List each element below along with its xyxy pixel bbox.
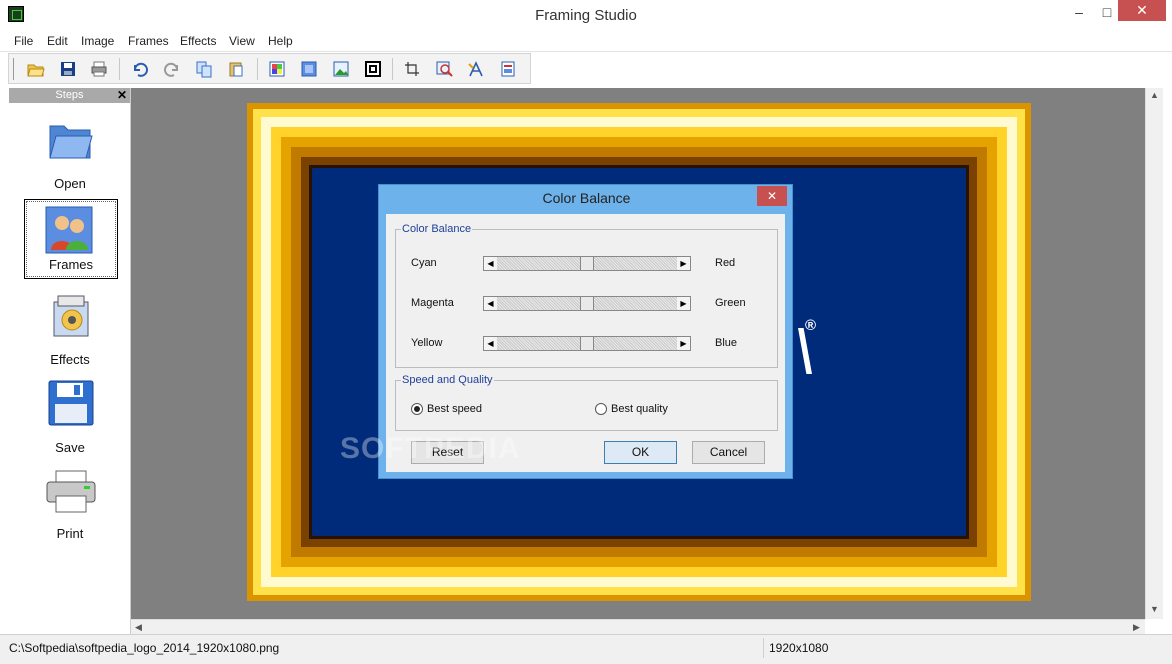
menu-file[interactable]: File — [14, 34, 33, 48]
slider-right-arrow-icon[interactable]: ▶ — [677, 337, 690, 350]
steps-close-button[interactable]: ✕ — [115, 88, 129, 103]
image-color-icon[interactable] — [268, 60, 286, 78]
close-button[interactable]: ✕ — [1118, 0, 1166, 21]
zoom-image-icon[interactable] — [435, 60, 453, 78]
menu-effects[interactable]: Effects — [180, 34, 216, 48]
dialog-close-button[interactable]: ✕ — [757, 186, 787, 206]
printer-icon — [46, 470, 96, 513]
steps-panel: Steps ✕ Open Frames Effects Save Print — [9, 88, 131, 634]
menu-help[interactable]: Help — [268, 34, 293, 48]
step-label: Print — [56, 526, 84, 541]
slider-right-arrow-icon[interactable]: ▶ — [677, 297, 690, 310]
slider-thumb[interactable] — [580, 297, 594, 310]
watermark: SOFTPEDIA — [340, 432, 521, 465]
status-bar: C:\Softpedia\softpedia_logo_2014_1920x10… — [0, 634, 1172, 664]
menu-bar: File Edit Image Frames Effects View Help — [0, 31, 1172, 52]
best-quality-radio[interactable] — [595, 403, 607, 415]
group-title: Speed and Quality — [401, 374, 494, 386]
slider-left-label: Cyan — [411, 257, 437, 269]
steps-header: Steps — [9, 88, 130, 103]
step-label: Open — [54, 176, 86, 191]
scroll-up-icon[interactable]: ▲ — [1147, 88, 1162, 103]
slider-right-label: Green — [715, 297, 746, 309]
frame-icon[interactable] — [364, 60, 382, 78]
step-label: Effects — [50, 352, 90, 367]
slider-right-label: Blue — [715, 337, 738, 349]
slider-thumb[interactable] — [580, 257, 594, 270]
status-divider — [763, 638, 764, 658]
floppy-icon — [48, 380, 94, 426]
group-title: Color Balance — [401, 223, 473, 235]
slider-left-arrow-icon[interactable]: ◀ — [484, 257, 497, 270]
step-frames[interactable]: Frames — [24, 199, 118, 279]
slider-left-arrow-icon[interactable]: ◀ — [484, 297, 497, 310]
step-print[interactable]: Print — [24, 464, 116, 542]
dialog-title: Color Balance — [542, 190, 631, 206]
color-balance-group: Color Balance Cyan ◀ ▶ Red Magenta ◀ ▶ G… — [395, 223, 778, 368]
window-title: Framing Studio — [535, 7, 637, 24]
horizontal-scrollbar[interactable]: ◀ ▶ — [131, 619, 1145, 635]
paste-icon[interactable] — [227, 60, 245, 78]
magenta-green-slider[interactable]: ◀ ▶ — [483, 296, 691, 311]
folder-icon — [49, 125, 93, 159]
scroll-down-icon[interactable]: ▼ — [1147, 602, 1162, 617]
step-effects[interactable]: Effects — [24, 290, 116, 368]
slider-right-label: Red — [715, 257, 736, 269]
copy-icon[interactable] — [195, 60, 213, 78]
ok-button[interactable]: OK — [604, 441, 677, 464]
radio-label: Best quality — [611, 403, 668, 415]
speed-quality-group: Speed and Quality Best speed Best qualit… — [395, 374, 778, 431]
slider-left-label: Magenta — [411, 297, 454, 309]
menu-frames[interactable]: Frames — [128, 34, 169, 48]
slider-left-arrow-icon[interactable]: ◀ — [484, 337, 497, 350]
slider-left-label: Yellow — [411, 337, 443, 349]
registered-mark: ® — [805, 317, 817, 334]
title-bar: Framing Studio – □ ✕ — [0, 0, 1172, 31]
save-icon[interactable] — [59, 60, 77, 78]
scroll-left-icon[interactable]: ◀ — [131, 620, 146, 635]
step-save[interactable]: Save — [24, 378, 116, 456]
slider-thumb[interactable] — [580, 337, 594, 350]
minimize-button[interactable]: – — [1064, 0, 1094, 24]
fill-frame-icon[interactable] — [300, 60, 318, 78]
menu-edit[interactable]: Edit — [47, 34, 68, 48]
print-icon[interactable] — [90, 60, 108, 78]
slider-right-arrow-icon[interactable]: ▶ — [677, 257, 690, 270]
radio-label: Best speed — [427, 403, 483, 415]
picture-icon[interactable] — [332, 60, 350, 78]
step-label: Save — [55, 440, 85, 455]
text-effect-icon[interactable] — [467, 60, 485, 78]
step-label: Frames — [48, 257, 94, 272]
cancel-button[interactable]: Cancel — [692, 441, 765, 464]
step-open[interactable]: Open — [24, 114, 116, 192]
toolbar — [8, 53, 531, 84]
best-speed-radio[interactable] — [411, 403, 423, 415]
document-icon[interactable] — [499, 60, 517, 78]
status-file-path: C:\Softpedia\softpedia_logo_2014_1920x10… — [9, 641, 280, 655]
menu-image[interactable]: Image — [81, 34, 114, 48]
effects-icon — [53, 295, 89, 337]
crop-icon[interactable] — [403, 60, 421, 78]
open-folder-icon[interactable] — [27, 60, 45, 78]
yellow-blue-slider[interactable]: ◀ ▶ — [483, 336, 691, 351]
undo-icon[interactable] — [131, 60, 149, 78]
vertical-scrollbar[interactable]: ▲ ▼ — [1145, 88, 1163, 619]
status-dimensions: 1920x1080 — [769, 641, 829, 655]
menu-view[interactable]: View — [229, 34, 255, 48]
cyan-red-slider[interactable]: ◀ ▶ — [483, 256, 691, 271]
scroll-right-icon[interactable]: ▶ — [1129, 620, 1144, 635]
frames-people-icon — [45, 206, 93, 254]
redo-icon[interactable] — [163, 60, 181, 78]
